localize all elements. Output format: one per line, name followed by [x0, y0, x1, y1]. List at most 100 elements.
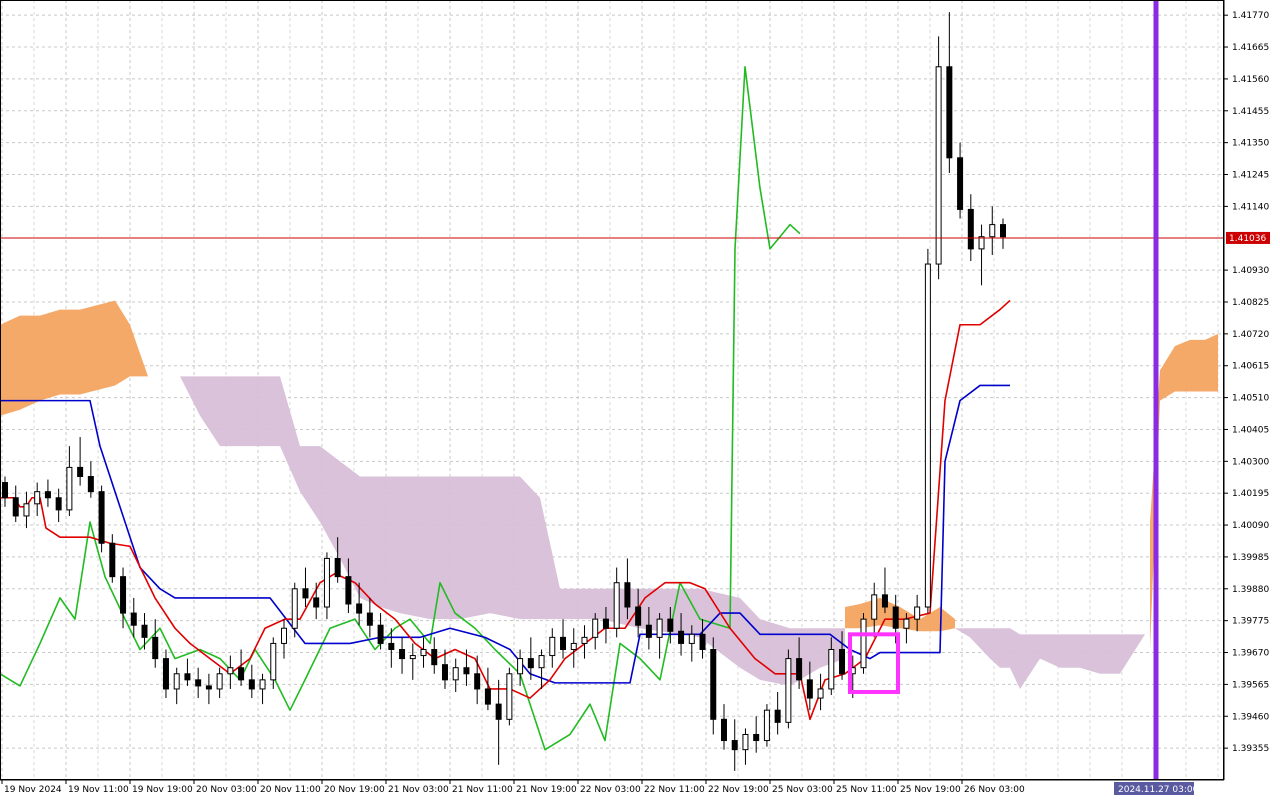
candle-body — [184, 673, 191, 681]
candle-body — [238, 667, 245, 681]
candle-body — [592, 618, 599, 638]
candle-body — [753, 733, 760, 742]
candle-body — [173, 673, 180, 690]
x-tick-label: 19 Nov 2024 — [4, 785, 62, 795]
y-tick-label: 1.40930 — [1232, 266, 1269, 276]
candle-body — [796, 658, 803, 681]
y-tick-label: 1.41560 — [1232, 75, 1269, 85]
candle-body — [570, 642, 577, 650]
candle-body — [388, 642, 395, 650]
highlighted-time-label: 2024.11.27 03:00 — [1118, 785, 1199, 795]
candle-body — [871, 594, 878, 620]
candle-body — [205, 685, 212, 690]
candle-body — [839, 648, 846, 675]
candle-body — [248, 679, 255, 690]
candle-body — [302, 588, 309, 599]
candle-body — [34, 491, 41, 505]
x-tick-label: 20 Nov 19:00 — [324, 785, 385, 795]
y-tick-label: 1.41245 — [1232, 171, 1269, 181]
y-tick-label: 1.40405 — [1232, 425, 1269, 435]
y-tick-label: 1.39775 — [1232, 617, 1269, 627]
candle-body — [731, 740, 738, 751]
y-tick-label: 1.41770 — [1232, 11, 1269, 21]
candle-body — [678, 630, 685, 644]
candle-body — [420, 648, 427, 657]
price-axis-panel — [1224, 0, 1280, 780]
candle-body — [914, 606, 921, 620]
candle-body — [281, 627, 288, 644]
y-tick-label: 1.39355 — [1232, 744, 1269, 754]
candle-body — [109, 542, 116, 578]
y-tick-label: 1.39985 — [1232, 553, 1269, 563]
candle-body — [903, 618, 910, 629]
y-tick-label: 1.41455 — [1232, 107, 1269, 117]
x-tick-label: 22 Nov 03:00 — [580, 785, 641, 795]
candle-body — [774, 709, 781, 723]
candle-body — [602, 618, 609, 629]
candle-body — [120, 576, 127, 614]
candle-body — [334, 557, 341, 578]
x-tick-label: 25 Nov 19:00 — [900, 785, 961, 795]
candle-body — [656, 618, 663, 638]
y-tick-label: 1.41140 — [1232, 202, 1269, 212]
candle-body — [162, 658, 169, 690]
candle-body — [527, 658, 534, 669]
candle-body — [881, 594, 888, 608]
candle-body — [946, 66, 953, 159]
y-tick-label: 1.40615 — [1232, 362, 1269, 372]
candle-body — [924, 263, 931, 608]
candle-body — [989, 224, 996, 238]
y-tick-label: 1.41350 — [1232, 139, 1269, 149]
candle-body — [12, 497, 19, 517]
candle-body — [806, 679, 813, 699]
candle-body — [560, 636, 567, 650]
candle-body — [699, 633, 706, 650]
candle-body — [517, 658, 524, 675]
candle-body — [227, 667, 234, 675]
candle-body — [635, 606, 642, 626]
candle-body — [366, 612, 373, 626]
candle-body — [828, 648, 835, 690]
candle-body — [474, 673, 481, 690]
candle-body — [216, 673, 223, 690]
y-tick-label: 1.41665 — [1232, 43, 1269, 53]
candle-body — [892, 606, 899, 629]
x-tick-label: 21 Nov 11:00 — [452, 785, 513, 795]
y-tick-label: 1.39880 — [1232, 585, 1269, 595]
candle-body — [270, 642, 277, 681]
candle-body — [581, 636, 588, 644]
candle-body — [195, 679, 202, 687]
candle-body — [817, 688, 824, 699]
candle-body — [409, 655, 416, 660]
candle-body — [785, 658, 792, 723]
y-tick-label: 1.39565 — [1232, 680, 1269, 690]
x-tick-label: 26 Nov 03:00 — [964, 785, 1025, 795]
candle-body — [549, 636, 556, 657]
candle-body — [431, 648, 438, 666]
y-tick-label: 1.40195 — [1232, 489, 1269, 499]
y-tick-label: 1.40090 — [1232, 521, 1269, 531]
chart: 1.41770 1.41665 1.41560 1.41455 1.41350 1.412… — [0, 0, 1280, 800]
x-tick-label: 19 Nov 19:00 — [132, 785, 193, 795]
x-tick-label: 22 Nov 11:00 — [644, 785, 705, 795]
candle-body — [463, 667, 470, 675]
candle-body — [688, 633, 695, 644]
candle-body — [345, 576, 352, 605]
candle-body — [935, 66, 942, 265]
x-tick-label: 22 Nov 19:00 — [708, 785, 769, 795]
candle-body — [377, 624, 384, 644]
candle-body — [957, 157, 964, 210]
y-tick-label: 1.39460 — [1232, 712, 1269, 722]
candle-body — [259, 679, 266, 690]
x-tick-label: 20 Nov 11:00 — [260, 785, 321, 795]
x-tick-label: 25 Nov 11:00 — [836, 785, 897, 795]
candle-body — [495, 703, 502, 720]
candle-body — [291, 588, 298, 629]
y-tick-label: 1.40825 — [1232, 298, 1269, 308]
current-price-label: 1.41036 — [1229, 234, 1266, 244]
candle-body — [538, 655, 545, 669]
candle-body — [356, 603, 363, 614]
candle-body — [2, 482, 8, 499]
candle-body — [1000, 224, 1006, 238]
candle-body — [624, 582, 631, 608]
